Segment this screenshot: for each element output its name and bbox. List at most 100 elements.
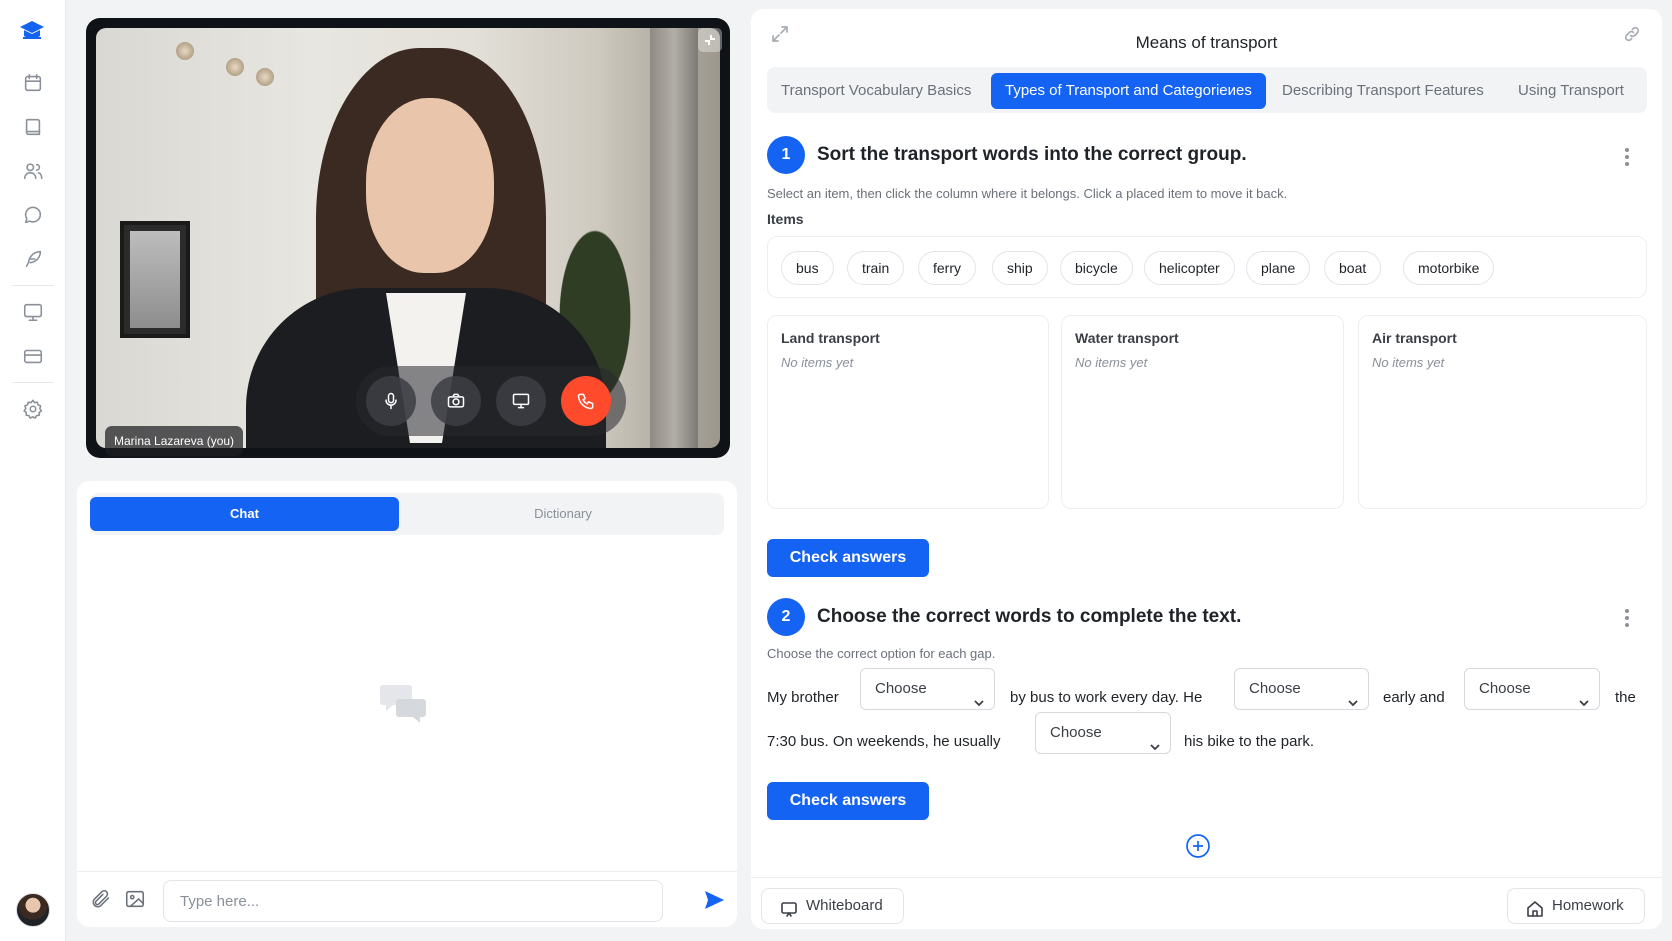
call-controls (356, 366, 626, 436)
microphone-icon[interactable] (366, 376, 416, 426)
gap-select-3[interactable]: Choose (1464, 668, 1600, 710)
chat-message-input[interactable] (163, 880, 663, 922)
item-chip[interactable]: helicopter (1144, 251, 1235, 285)
column-empty-text: No items yet (1075, 355, 1148, 370)
presentation-icon[interactable] (18, 297, 48, 327)
item-chip[interactable]: ferry (918, 251, 976, 285)
image-upload-icon[interactable] (124, 888, 148, 912)
select-value: Choose (1479, 680, 1531, 697)
exercise-2-more-icon[interactable] (1617, 606, 1637, 630)
column-title: Land transport (781, 330, 880, 346)
chat-composer (77, 871, 737, 927)
link-icon[interactable] (1623, 25, 1645, 47)
column-empty-text: No items yet (1372, 355, 1445, 370)
column-title: Water transport (1075, 330, 1179, 346)
card-icon[interactable] (18, 341, 48, 371)
students-icon[interactable] (18, 156, 48, 186)
minimize-video-icon[interactable] (698, 28, 722, 52)
tab-using-transport[interactable]: Using Transport (1518, 73, 1624, 109)
lesson-bottom-bar: Whiteboard Homework (751, 877, 1662, 929)
gap-select-2[interactable]: Choose (1234, 668, 1369, 710)
paperclip-icon[interactable] (90, 888, 114, 912)
app-logo-icon[interactable] (17, 16, 47, 46)
column-land-transport[interactable]: Land transport No items yet (767, 315, 1049, 509)
camera-icon[interactable] (431, 376, 481, 426)
calendar-icon[interactable] (18, 68, 48, 98)
chat-tabs: Chat Dictionary (90, 493, 724, 535)
select-value: Choose (875, 680, 927, 697)
items-pool: bus train ferry ship bicycle helicopter … (767, 236, 1647, 298)
item-chip[interactable]: boat (1324, 251, 1382, 285)
whiteboard-icon (780, 897, 798, 917)
items-label: Items (767, 211, 804, 227)
item-chip[interactable]: plane (1246, 251, 1311, 285)
sentence-part: My brother (767, 689, 839, 706)
item-chip[interactable]: train (847, 251, 905, 285)
gap-select-4[interactable]: Choose (1035, 712, 1171, 754)
tab-chat[interactable]: Chat (90, 497, 399, 531)
sentence-part: by bus to work every day. He (1010, 689, 1203, 706)
lesson-panel: Means of transport Transport Vocabulary … (751, 9, 1662, 929)
chat-panel: Chat Dictionary (77, 481, 737, 927)
column-air-transport[interactable]: Air transport No items yet (1358, 315, 1647, 509)
whiteboard-button[interactable]: Whiteboard (761, 888, 904, 924)
participant-face (366, 98, 494, 273)
nav-rail (0, 0, 66, 941)
item-chip[interactable]: bicycle (1060, 251, 1133, 285)
wall-picture (120, 221, 190, 338)
chevron-down-icon (1150, 728, 1160, 751)
tab-describing-transport-features[interactable]: Describing Transport Features (1282, 73, 1484, 109)
home-icon (1526, 897, 1544, 917)
end-call-icon[interactable] (561, 376, 611, 426)
exercise-2-title: Choose the correct words to complete the… (817, 606, 1242, 627)
lamp-decoration (136, 28, 286, 88)
item-chip[interactable]: bus (781, 251, 834, 285)
exercise-1-more-icon[interactable] (1617, 145, 1637, 169)
exercise-1-number: 1 (767, 136, 805, 174)
add-exercise-icon[interactable] (1185, 833, 1211, 859)
column-water-transport[interactable]: Water transport No items yet (1061, 315, 1344, 509)
book-icon[interactable] (18, 112, 48, 142)
column-empty-text: No items yet (781, 355, 854, 370)
gap-select-1[interactable]: Choose (860, 668, 995, 710)
sentence-part: early and (1383, 689, 1445, 706)
quill-icon[interactable] (18, 244, 48, 274)
homework-button[interactable]: Homework (1507, 888, 1645, 924)
sentence-part: 7:30 bus. On weekends, he usually (767, 733, 1001, 750)
chevron-down-icon (1579, 684, 1589, 707)
column-title: Air transport (1372, 330, 1457, 346)
participant-name-tag: Marina Lazareva (you) (105, 426, 244, 456)
exercise-2-number: 2 (767, 598, 805, 636)
tab-dictionary[interactable]: Dictionary (408, 497, 718, 531)
check-answers-button-1[interactable]: Check answers (767, 539, 929, 577)
chevron-down-icon (1348, 684, 1358, 707)
send-icon[interactable] (702, 888, 728, 914)
curtain-decoration (650, 28, 698, 448)
select-value: Choose (1050, 724, 1102, 741)
sentence-part: his bike to the park. (1184, 733, 1315, 750)
user-avatar[interactable] (16, 893, 50, 927)
item-chip[interactable]: ship (992, 251, 1048, 285)
settings-gear-icon[interactable] (18, 394, 48, 424)
chevron-down-icon (974, 684, 984, 707)
video-call-panel: Marina Lazareva (you) (86, 18, 730, 458)
app-root: Marina Lazareva (you) Chat Dictionary Ty… (0, 0, 1672, 941)
empty-chat-icon (379, 681, 429, 725)
messages-icon[interactable] (18, 200, 48, 230)
lesson-subtabs: Transport Vocabulary Basics Types of Tra… (767, 67, 1647, 113)
exercise-2-instruction: Choose the correct option for each gap. (767, 646, 996, 661)
nav-divider (12, 285, 54, 286)
nav-divider (12, 382, 54, 383)
screen-share-icon[interactable] (496, 376, 546, 426)
select-value: Choose (1249, 680, 1301, 697)
exercise-1-title: Sort the transport words into the correc… (817, 144, 1247, 165)
check-answers-button-2[interactable]: Check answers (767, 782, 929, 820)
whiteboard-label: Whiteboard (806, 897, 883, 914)
exercise-1-instruction: Select an item, then click the column wh… (767, 186, 1288, 201)
item-chip[interactable]: motorbike (1403, 251, 1495, 285)
tab-types-of-transport[interactable]: Types of Transport and Categorieиes (991, 73, 1266, 109)
sentence-part: the (1615, 689, 1636, 706)
lesson-title: Means of transport (1135, 33, 1278, 52)
homework-label: Homework (1552, 897, 1624, 914)
tab-transport-vocabulary-basics[interactable]: Transport Vocabulary Basics (781, 73, 971, 109)
